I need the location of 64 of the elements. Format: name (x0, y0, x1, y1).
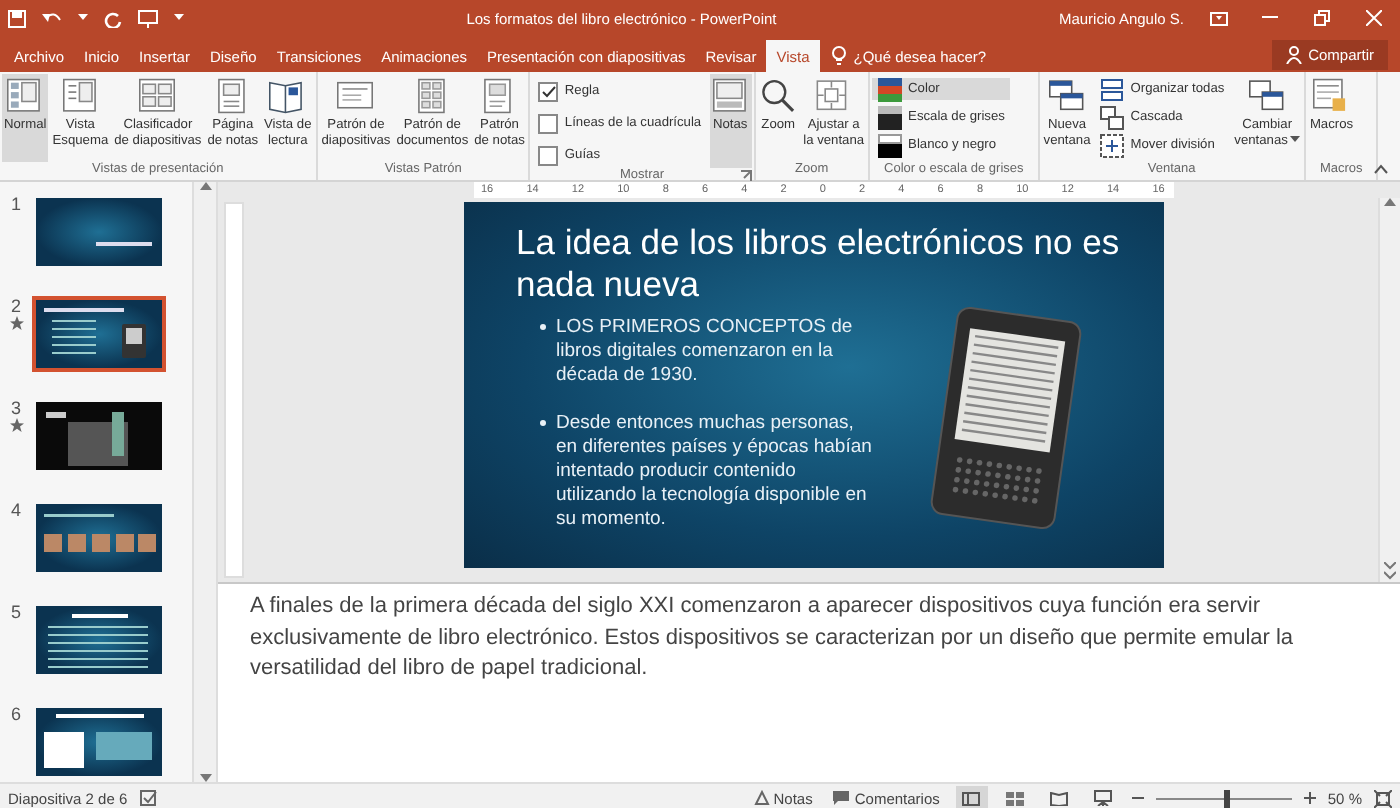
slide-thumbnail[interactable] (32, 500, 166, 576)
checkbox[interactable] (538, 145, 559, 165)
slide-number: 4 (10, 500, 21, 520)
dialog-launcher-icon (739, 170, 752, 182)
check-icon (541, 85, 556, 97)
undo-icon (42, 9, 62, 27)
magnifier-icon (759, 78, 798, 114)
lightbulb-icon (831, 46, 846, 66)
zoom-in-icon (1303, 792, 1316, 804)
minimize-icon (1262, 16, 1278, 20)
bullet-text: Desde entonces muchas personas, en diferentes países y épocas habían intentado producir contenido utilizando la tecnología disponible en su momento. (556, 412, 874, 532)
slide-title: La idea de los libros electrónicos no es nada nueva (516, 222, 1122, 306)
page-arrows-icon (1384, 562, 1396, 582)
open-book-icon (268, 78, 307, 114)
grid-view-icon (1006, 791, 1025, 805)
zoom-out-icon (1131, 792, 1144, 804)
ribbon-display-icon (1209, 11, 1227, 25)
zoom-slider-thumb[interactable] (1223, 789, 1230, 807)
person-icon (1286, 46, 1303, 64)
switch-windows-icon (1248, 78, 1287, 114)
shade-swatch-icon (878, 105, 903, 129)
contrast-swatch-icon (878, 133, 903, 157)
notes-icon (753, 790, 770, 806)
save-icon (8, 9, 26, 27)
book-icon (1050, 791, 1069, 805)
slide-grid-icon (138, 78, 177, 114)
windows-icon (1048, 78, 1087, 114)
close-icon (1366, 10, 1382, 26)
slide-number: 5 (10, 602, 21, 622)
normal-view-icon (6, 78, 45, 114)
caret-icon (174, 14, 184, 22)
split-icon (1100, 133, 1125, 157)
macro-sheet-icon (1312, 78, 1351, 114)
notes-pane-icon (711, 78, 750, 114)
color-swatch-icon (878, 77, 903, 101)
view-button[interactable] (955, 786, 988, 808)
collapse-icon (1374, 164, 1388, 174)
stacked-windows-icon (1100, 77, 1125, 101)
caret-icon (1289, 136, 1300, 144)
checkbox[interactable] (538, 81, 559, 101)
outline-view-icon (61, 78, 100, 114)
comment-icon (832, 790, 851, 806)
restore-icon (1314, 10, 1330, 26)
slide-thumbnail[interactable] (32, 602, 166, 678)
checkbox[interactable] (538, 113, 559, 133)
slide-thumbnail[interactable] (32, 398, 166, 474)
caret-icon (78, 14, 88, 22)
normal-view-icon (962, 791, 981, 805)
redo-icon (104, 9, 122, 27)
speaker-notes: A finales de la primera década del siglo XXI comenzaron a aparecer dispositivos cuya función era servir exclusivamente de libro electrónico. Estos dispositivos se caracterizan por un diseño que permite emular la versatilidad del libro de papel tradicional. (250, 594, 1294, 680)
proofing-icon (139, 790, 158, 806)
projector-screen-icon (1094, 790, 1113, 806)
bullet-text: LOS PRIMEROS CONCEPTOS de libros digitales comenzaron en la década de 1930. (556, 316, 855, 388)
fit-slide-icon (1374, 789, 1392, 807)
slide-number: 1 (10, 194, 21, 214)
cascade-icon (1100, 105, 1125, 129)
screen-icon (138, 9, 158, 27)
slide-thumbnail[interactable] (32, 194, 166, 270)
slide-number: 3 (10, 398, 21, 418)
slide-master-icon (336, 78, 375, 114)
slide-thumbnail[interactable] (32, 296, 166, 372)
slide-number: 6 (10, 704, 21, 724)
slide-number: 2 (10, 296, 21, 316)
slide-thumbnail[interactable] (32, 704, 166, 780)
